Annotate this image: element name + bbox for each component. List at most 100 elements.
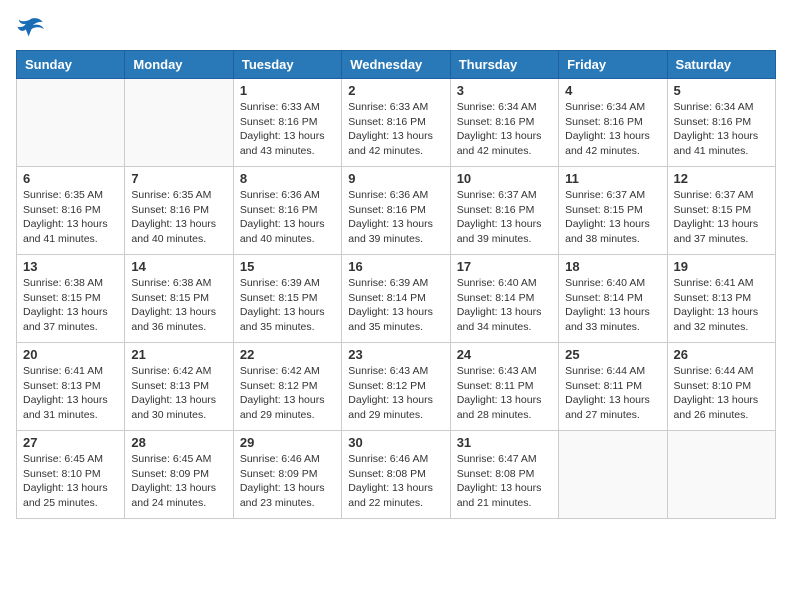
day-number: 30 bbox=[348, 435, 443, 450]
day-info: Sunrise: 6:38 AM Sunset: 8:15 PM Dayligh… bbox=[23, 276, 118, 335]
calendar-cell: 16Sunrise: 6:39 AM Sunset: 8:14 PM Dayli… bbox=[342, 255, 450, 343]
day-info: Sunrise: 6:36 AM Sunset: 8:16 PM Dayligh… bbox=[348, 188, 443, 247]
calendar-cell: 27 Sunrise: 6:45 AM Sunset: 8:10 PM Dayli… bbox=[17, 431, 125, 519]
day-info: Sunrise: 6:37 AM Sunset: 8:15 PM Dayligh… bbox=[565, 188, 660, 247]
day-of-week-header: Monday bbox=[125, 51, 233, 79]
day-number: 25 bbox=[565, 347, 660, 362]
day-info: Sunrise: 6:41 AM Sunset: 8:13 PM Dayligh… bbox=[674, 276, 769, 335]
calendar-cell: 13 Sunrise: 6:38 AM Sunset: 8:15 PM Dayli… bbox=[17, 255, 125, 343]
calendar-cell: 14 Sunrise: 6:38 AM Sunset: 8:15 PM Dayli… bbox=[125, 255, 233, 343]
calendar-cell: 24 Sunrise: 6:43 AM Sunset: 8:11 PM Dayli… bbox=[450, 343, 558, 431]
calendar-cell: 4Sunrise: 6:34 AM Sunset: 8:16 PM Daylig… bbox=[559, 79, 667, 167]
day-info: Sunrise: 6:34 AM Sunset: 8:16 PM Dayligh… bbox=[457, 100, 552, 159]
day-of-week-header: Tuesday bbox=[233, 51, 341, 79]
day-number: 12 bbox=[674, 171, 769, 186]
calendar-cell: 7 Sunrise: 6:35 AM Sunset: 8:16 PM Daylig… bbox=[125, 167, 233, 255]
day-of-week-header: Saturday bbox=[667, 51, 775, 79]
day-info: Sunrise: 6:45 AM Sunset: 8:09 PM Dayligh… bbox=[131, 452, 226, 511]
calendar-cell: 15 Sunrise: 6:39 AM Sunset: 8:15 PM Dayli… bbox=[233, 255, 341, 343]
day-number: 15 bbox=[240, 259, 335, 274]
calendar-header-row: SundayMondayTuesdayWednesdayThursdayFrid… bbox=[17, 51, 776, 79]
calendar-table: SundayMondayTuesdayWednesdayThursdayFrid… bbox=[16, 50, 776, 519]
day-info: Sunrise: 6:40 AM Sunset: 8:14 PM Dayligh… bbox=[457, 276, 552, 335]
day-info: Sunrise: 6:42 AM Sunset: 8:12 PM Dayligh… bbox=[240, 364, 335, 423]
day-number: 14 bbox=[131, 259, 226, 274]
calendar-cell: 31 Sunrise: 6:47 AM Sunset: 8:08 PM Dayli… bbox=[450, 431, 558, 519]
calendar-cell bbox=[667, 431, 775, 519]
day-info: Sunrise: 6:46 AM Sunset: 8:08 PM Dayligh… bbox=[348, 452, 443, 511]
day-number: 21 bbox=[131, 347, 226, 362]
day-number: 18 bbox=[565, 259, 660, 274]
day-number: 24 bbox=[457, 347, 552, 362]
day-info: Sunrise: 6:40 AM Sunset: 8:14 PM Dayligh… bbox=[565, 276, 660, 335]
day-number: 28 bbox=[131, 435, 226, 450]
calendar-cell: 17 Sunrise: 6:40 AM Sunset: 8:14 PM Dayli… bbox=[450, 255, 558, 343]
day-number: 7 bbox=[131, 171, 226, 186]
day-number: 4 bbox=[565, 83, 660, 98]
calendar-week-row: 20 Sunrise: 6:41 AM Sunset: 8:13 PM Dayli… bbox=[17, 343, 776, 431]
day-number: 5 bbox=[674, 83, 769, 98]
day-of-week-header: Sunday bbox=[17, 51, 125, 79]
calendar-cell: 11Sunrise: 6:37 AM Sunset: 8:15 PM Dayli… bbox=[559, 167, 667, 255]
logo-bird-icon bbox=[16, 16, 44, 40]
day-info: Sunrise: 6:34 AM Sunset: 8:16 PM Dayligh… bbox=[674, 100, 769, 159]
day-number: 20 bbox=[23, 347, 118, 362]
day-number: 29 bbox=[240, 435, 335, 450]
day-info: Sunrise: 6:47 AM Sunset: 8:08 PM Dayligh… bbox=[457, 452, 552, 511]
calendar-cell: 19 Sunrise: 6:41 AM Sunset: 8:13 PM Dayli… bbox=[667, 255, 775, 343]
calendar-cell: 3 Sunrise: 6:34 AM Sunset: 8:16 PM Daylig… bbox=[450, 79, 558, 167]
calendar-cell: 29 Sunrise: 6:46 AM Sunset: 8:09 PM Dayli… bbox=[233, 431, 341, 519]
calendar-cell: 8Sunrise: 6:36 AM Sunset: 8:16 PM Daylig… bbox=[233, 167, 341, 255]
day-info: Sunrise: 6:43 AM Sunset: 8:11 PM Dayligh… bbox=[457, 364, 552, 423]
calendar-week-row: 27 Sunrise: 6:45 AM Sunset: 8:10 PM Dayli… bbox=[17, 431, 776, 519]
day-number: 13 bbox=[23, 259, 118, 274]
day-info: Sunrise: 6:37 AM Sunset: 8:16 PM Dayligh… bbox=[457, 188, 552, 247]
page-header bbox=[16, 16, 776, 40]
day-info: Sunrise: 6:42 AM Sunset: 8:13 PM Dayligh… bbox=[131, 364, 226, 423]
day-info: Sunrise: 6:35 AM Sunset: 8:16 PM Dayligh… bbox=[131, 188, 226, 247]
day-number: 16 bbox=[348, 259, 443, 274]
day-info: Sunrise: 6:45 AM Sunset: 8:10 PM Dayligh… bbox=[23, 452, 118, 511]
day-number: 27 bbox=[23, 435, 118, 450]
day-number: 10 bbox=[457, 171, 552, 186]
day-number: 8 bbox=[240, 171, 335, 186]
day-number: 22 bbox=[240, 347, 335, 362]
day-info: Sunrise: 6:44 AM Sunset: 8:10 PM Dayligh… bbox=[674, 364, 769, 423]
calendar-cell: 1 Sunrise: 6:33 AM Sunset: 8:16 PM Daylig… bbox=[233, 79, 341, 167]
day-number: 6 bbox=[23, 171, 118, 186]
calendar-cell: 22 Sunrise: 6:42 AM Sunset: 8:12 PM Dayli… bbox=[233, 343, 341, 431]
calendar-cell: 9Sunrise: 6:36 AM Sunset: 8:16 PM Daylig… bbox=[342, 167, 450, 255]
calendar-week-row: 1 Sunrise: 6:33 AM Sunset: 8:16 PM Daylig… bbox=[17, 79, 776, 167]
calendar-cell bbox=[125, 79, 233, 167]
day-info: Sunrise: 6:33 AM Sunset: 8:16 PM Dayligh… bbox=[348, 100, 443, 159]
day-info: Sunrise: 6:33 AM Sunset: 8:16 PM Dayligh… bbox=[240, 100, 335, 159]
day-info: Sunrise: 6:37 AM Sunset: 8:15 PM Dayligh… bbox=[674, 188, 769, 247]
day-number: 17 bbox=[457, 259, 552, 274]
day-number: 1 bbox=[240, 83, 335, 98]
calendar-week-row: 13 Sunrise: 6:38 AM Sunset: 8:15 PM Dayli… bbox=[17, 255, 776, 343]
calendar-week-row: 6 Sunrise: 6:35 AM Sunset: 8:16 PM Daylig… bbox=[17, 167, 776, 255]
day-number: 31 bbox=[457, 435, 552, 450]
day-number: 23 bbox=[348, 347, 443, 362]
day-info: Sunrise: 6:46 AM Sunset: 8:09 PM Dayligh… bbox=[240, 452, 335, 511]
calendar-cell: 21 Sunrise: 6:42 AM Sunset: 8:13 PM Dayli… bbox=[125, 343, 233, 431]
day-number: 26 bbox=[674, 347, 769, 362]
calendar-cell: 23 Sunrise: 6:43 AM Sunset: 8:12 PM Dayli… bbox=[342, 343, 450, 431]
calendar-cell: 12 Sunrise: 6:37 AM Sunset: 8:15 PM Dayli… bbox=[667, 167, 775, 255]
logo bbox=[16, 16, 48, 40]
day-number: 19 bbox=[674, 259, 769, 274]
calendar-cell: 5 Sunrise: 6:34 AM Sunset: 8:16 PM Daylig… bbox=[667, 79, 775, 167]
day-info: Sunrise: 6:41 AM Sunset: 8:13 PM Dayligh… bbox=[23, 364, 118, 423]
day-of-week-header: Friday bbox=[559, 51, 667, 79]
day-info: Sunrise: 6:35 AM Sunset: 8:16 PM Dayligh… bbox=[23, 188, 118, 247]
calendar-cell: 18 Sunrise: 6:40 AM Sunset: 8:14 PM Dayli… bbox=[559, 255, 667, 343]
day-number: 3 bbox=[457, 83, 552, 98]
day-of-week-header: Thursday bbox=[450, 51, 558, 79]
day-info: Sunrise: 6:43 AM Sunset: 8:12 PM Dayligh… bbox=[348, 364, 443, 423]
day-number: 2 bbox=[348, 83, 443, 98]
calendar-cell: 26 Sunrise: 6:44 AM Sunset: 8:10 PM Dayli… bbox=[667, 343, 775, 431]
day-info: Sunrise: 6:38 AM Sunset: 8:15 PM Dayligh… bbox=[131, 276, 226, 335]
calendar-cell: 6 Sunrise: 6:35 AM Sunset: 8:16 PM Daylig… bbox=[17, 167, 125, 255]
day-info: Sunrise: 6:39 AM Sunset: 8:15 PM Dayligh… bbox=[240, 276, 335, 335]
calendar-cell bbox=[17, 79, 125, 167]
